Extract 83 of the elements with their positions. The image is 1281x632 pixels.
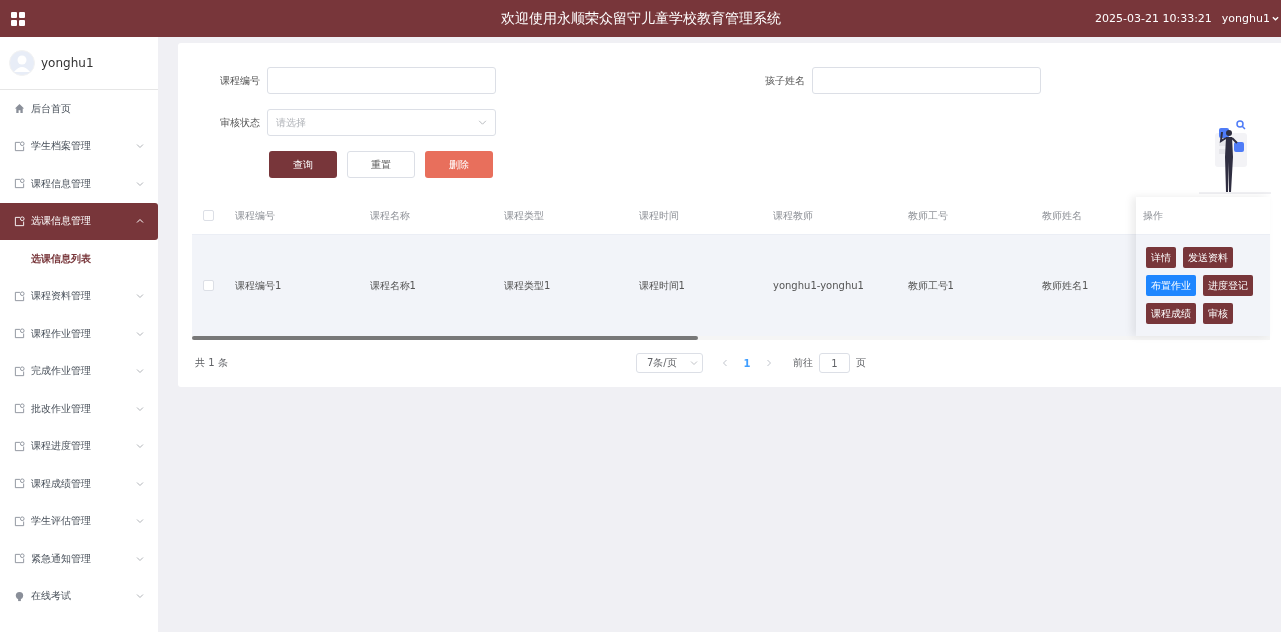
select-all-checkbox[interactable] — [203, 210, 214, 221]
chevron-down-icon — [1272, 15, 1279, 22]
menu-item[interactable]: 紧急通知管理 — [0, 540, 158, 578]
menu-item[interactable]: 选课信息管理 — [0, 202, 158, 240]
menu-item[interactable]: 学生档案管理 — [0, 127, 158, 165]
column-header: 教师工号 — [907, 209, 948, 221]
chevron-down-icon — [136, 292, 144, 301]
chevron-down-icon — [136, 367, 144, 376]
action-button[interactable]: 课程成绩 — [1146, 303, 1196, 324]
total-count: 共 1 条 — [195, 357, 228, 368]
row-checkbox[interactable] — [203, 280, 214, 291]
field-label: 孩子姓名 — [764, 73, 805, 88]
menu-item[interactable]: 完成作业管理 — [0, 352, 158, 390]
bulb-icon — [14, 590, 25, 602]
table-cell: 课程类型1 — [504, 279, 551, 291]
chevron-down-icon — [136, 517, 144, 526]
field-label: 课程编号 — [219, 73, 260, 88]
date-time: 2025-03-21 10:33:21 — [1095, 12, 1212, 25]
chevron-down-icon — [136, 479, 144, 488]
column-header: 课程名称 — [369, 209, 410, 221]
submenu-item[interactable]: 选课信息列表 — [0, 240, 158, 278]
column-header: 操作 — [1143, 208, 1163, 223]
column-header: 课程时间 — [638, 209, 679, 221]
table-cell: yonghu1-yonghu1 — [773, 280, 864, 291]
action-button[interactable]: 发送资料 — [1183, 247, 1233, 268]
home-icon — [14, 103, 25, 115]
document-icon — [14, 290, 25, 302]
column-header: 课程类型 — [504, 209, 544, 221]
document-icon — [14, 440, 25, 452]
chevron-down-icon — [136, 592, 144, 601]
page-suffix: 页 — [856, 356, 866, 370]
page-size-select[interactable]: 7条/页 — [636, 353, 703, 373]
search-button[interactable]: 查询 — [269, 151, 337, 178]
document-icon — [14, 328, 25, 340]
table-cell: 教师姓名1 — [1042, 279, 1089, 291]
column-header: 教师姓名 — [1042, 209, 1082, 221]
table-cell: 教师工号1 — [907, 279, 954, 291]
input-field[interactable] — [812, 67, 1041, 94]
menu-item[interactable]: 课程作业管理 — [0, 315, 158, 353]
column-header: 课程教师 — [773, 209, 813, 221]
document-icon — [14, 478, 25, 490]
menu-item[interactable]: 批改作业管理 — [0, 390, 158, 428]
user-name: yonghu1 — [41, 56, 94, 70]
chevron-down-icon — [136, 404, 144, 413]
table-cell: 课程时间1 — [638, 279, 685, 291]
reset-button[interactable]: 重置 — [347, 151, 415, 178]
menu-item[interactable]: 后台首页 — [0, 90, 158, 128]
action-button[interactable]: 详情 — [1146, 247, 1176, 268]
document-icon — [14, 215, 25, 227]
goto-label: 前往 — [793, 356, 813, 370]
menu-item[interactable]: 课程成绩管理 — [0, 465, 158, 503]
app-title: 欢迎使用永顺荣众留守儿童学校教育管理系统 — [500, 9, 781, 26]
document-icon — [14, 178, 25, 190]
table-cell: 课程编号1 — [235, 279, 282, 291]
page-input[interactable]: 1 — [819, 353, 850, 373]
document-icon — [14, 553, 25, 565]
chevron-down-icon — [136, 329, 144, 338]
chevron-down-icon — [136, 142, 144, 151]
menu-item[interactable]: 课程进度管理 — [0, 427, 158, 465]
chevron-down-icon — [690, 359, 698, 367]
chevron-down-icon — [136, 554, 144, 563]
input-field[interactable] — [267, 67, 496, 94]
menu-item[interactable]: 学生评估管理 — [0, 502, 158, 540]
menu-item[interactable]: 在线考试 — [0, 577, 158, 615]
chevron-down-icon — [136, 179, 144, 188]
document-icon — [14, 140, 25, 152]
menu-item[interactable]: 课程资料管理 — [0, 277, 158, 315]
user-menu[interactable]: yonghu1 — [1221, 12, 1279, 25]
document-icon — [14, 365, 25, 377]
grid-menu-icon[interactable] — [11, 11, 25, 26]
scrollbar-thumb[interactable] — [192, 336, 698, 340]
chevron-up-icon — [136, 217, 144, 226]
action-button[interactable]: 审核 — [1203, 303, 1233, 324]
chevron-down-icon — [478, 118, 487, 127]
action-button[interactable]: 布置作业 — [1146, 275, 1196, 296]
field-label: 审核状态 — [219, 115, 260, 130]
menu-item[interactable]: 课程信息管理 — [0, 165, 158, 203]
table-cell: 课程名称1 — [369, 279, 416, 291]
document-icon — [14, 515, 25, 527]
document-icon — [14, 403, 25, 415]
chevron-down-icon — [136, 442, 144, 451]
column-header: 课程编号 — [235, 209, 275, 221]
action-button[interactable]: 进度登记 — [1203, 275, 1253, 296]
